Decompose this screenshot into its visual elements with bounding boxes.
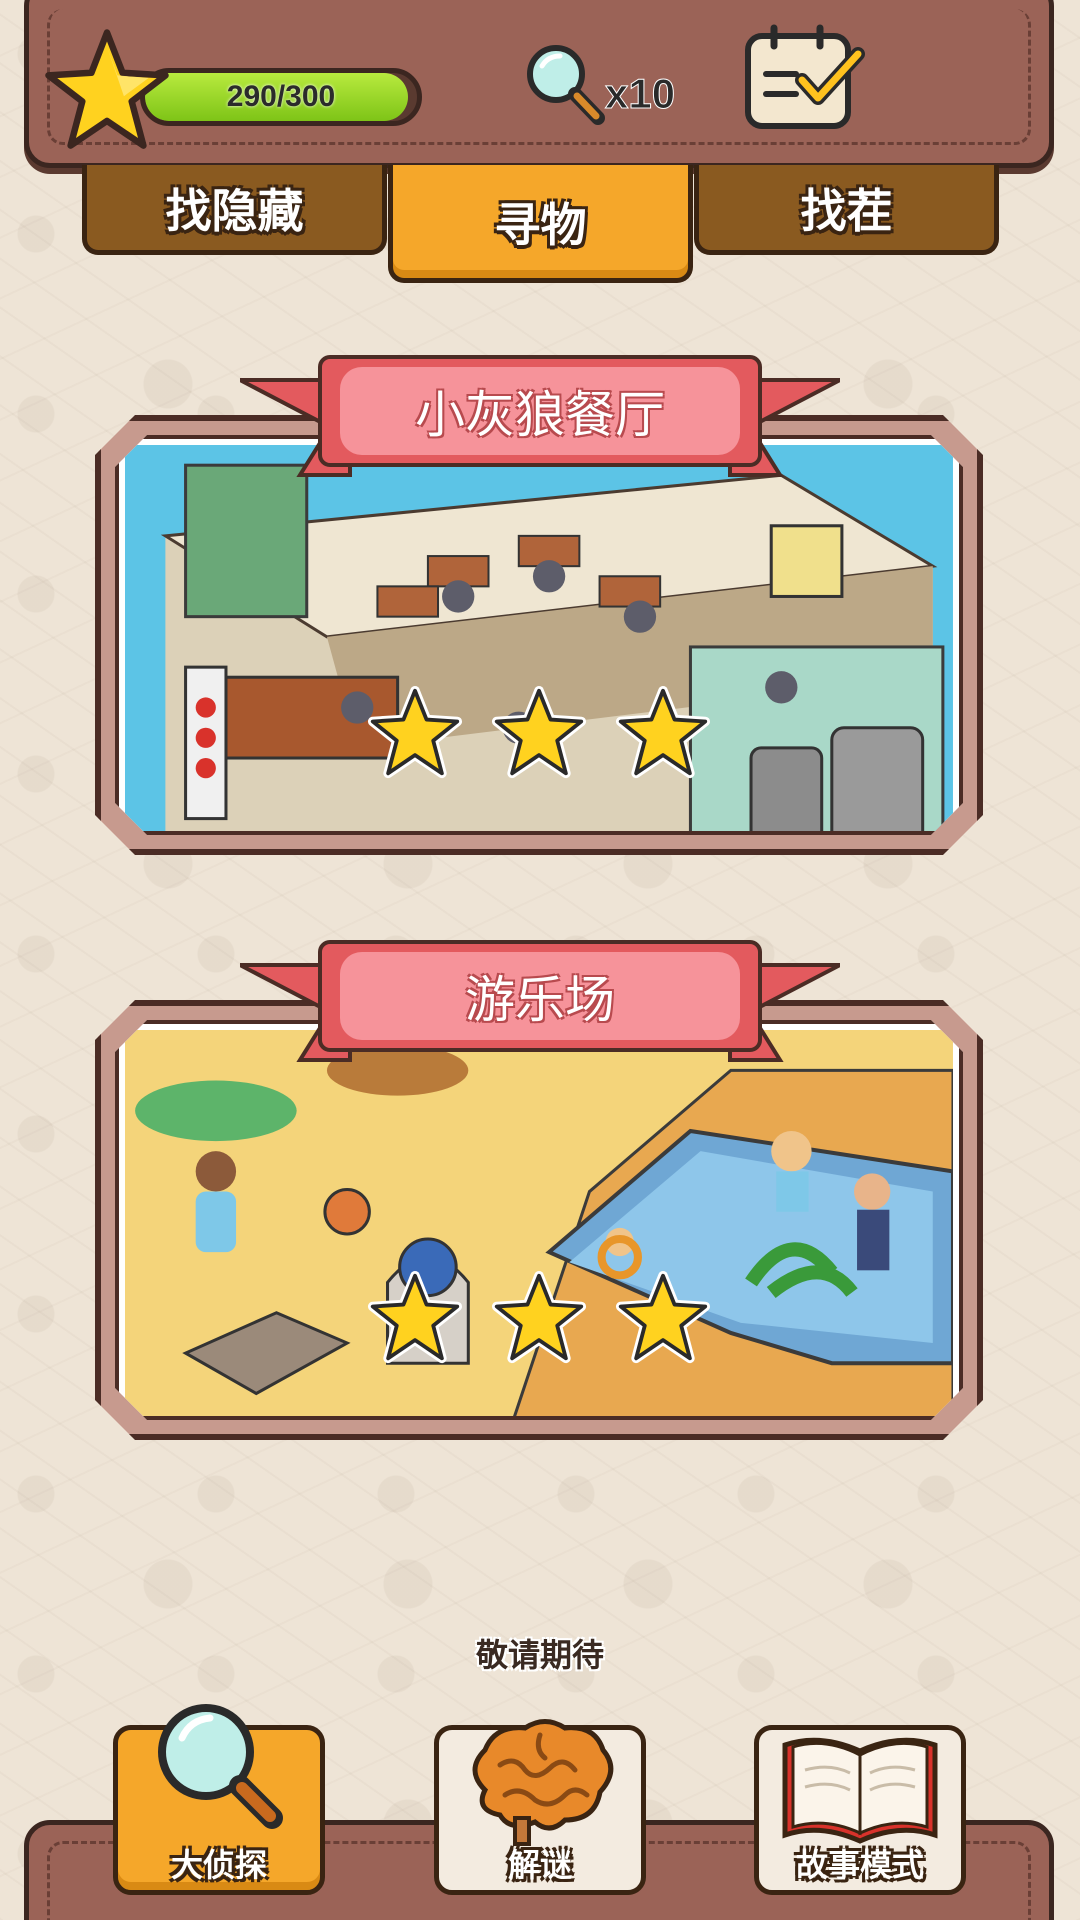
star-icon [367, 1270, 463, 1366]
nav-story-mode-button[interactable]: 故事模式 [754, 1725, 966, 1895]
xp-progress-bar: 290/300 [140, 68, 422, 126]
level-card-inner [115, 435, 963, 835]
nav-story-mode-label: 故事模式 [795, 1846, 924, 1884]
hint-count: x10 [604, 70, 676, 118]
star-icon [615, 685, 711, 781]
daily-task-calendar-button[interactable] [740, 24, 870, 134]
level-rating-stars [119, 685, 959, 781]
star-icon [491, 1270, 587, 1366]
star-icon [367, 685, 463, 781]
nav-puzzle-button[interactable]: 解谜 [434, 1719, 646, 1895]
xp-progress-text: 290/300 [226, 80, 336, 113]
coming-soon-text: 敬请期待 [475, 1636, 604, 1674]
nav-detective-button[interactable]: 大侦探 [113, 1704, 325, 1895]
level-title: 游乐场 [465, 971, 615, 1029]
star-icon [491, 685, 587, 781]
level-title-ribbon: 游乐场 [240, 940, 840, 1070]
magnifier-icon [527, 45, 605, 125]
star-icon [615, 1270, 711, 1366]
level-title: 小灰狼餐厅 [415, 386, 665, 444]
level-card-inner [115, 1020, 963, 1420]
nav-detective-label: 大侦探 [170, 1846, 267, 1884]
level-card-amusement-park[interactable]: 游乐场 [95, 940, 983, 1440]
book-icon [782, 1737, 938, 1844]
tab-spot-difference[interactable]: 找茬 [694, 165, 999, 255]
tab-find-objects[interactable]: 寻物 [388, 165, 693, 283]
level-rating-stars [119, 1270, 959, 1366]
hint-counter: x10 [520, 40, 680, 130]
level-card-restaurant[interactable]: 小灰狼餐厅 [95, 355, 983, 855]
tab-find-hidden[interactable]: 找隐藏 [82, 165, 387, 255]
star-level-icon [45, 29, 169, 149]
nav-puzzle-label: 解谜 [507, 1846, 572, 1884]
level-title-ribbon: 小灰狼餐厅 [240, 355, 840, 485]
magnifier-icon [158, 1704, 283, 1829]
brain-icon [472, 1719, 614, 1846]
